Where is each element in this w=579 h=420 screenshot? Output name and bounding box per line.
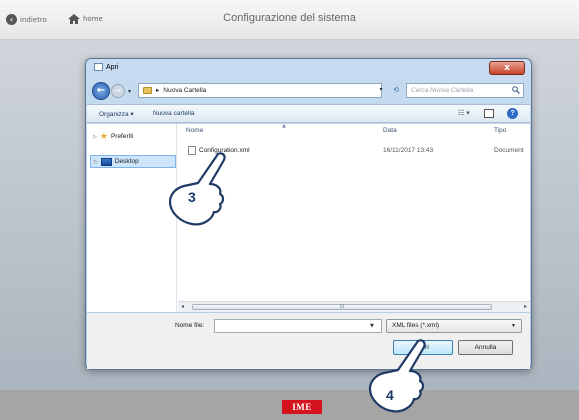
new-folder-button[interactable]: Nuova cartella <box>153 110 195 117</box>
step-number-4: 4 <box>386 387 394 403</box>
app-header: ‹ indietro home Configurazione del siste… <box>0 0 579 40</box>
refresh-icon[interactable]: ⟲ <box>390 83 402 98</box>
dialog-content: ▷ ★ Preferiti ▷ Desktop ▲ Nome Data Tipo… <box>87 123 530 312</box>
folder-icon <box>143 87 152 94</box>
dialog-footer: Nome file: ▼ XML files (*.xml) ▼ Apri An… <box>87 313 530 369</box>
desktop-icon <box>100 157 112 166</box>
views-icon[interactable]: ☷ ▾ <box>458 109 470 117</box>
filename-dropdown-icon[interactable]: ▼ <box>370 323 374 329</box>
column-header-name[interactable]: Nome <box>186 127 203 134</box>
scroll-left-icon[interactable]: ◂ <box>181 303 184 310</box>
recent-dropdown-icon[interactable]: ▾ <box>128 88 131 95</box>
address-bar: ← → ▾ ▸ Nuova Cartella ▾ ⟲ Cerca Nuova C… <box>92 81 525 101</box>
open-file-dialog: Apri x ← → ▾ ▸ Nuova Cartella ▾ ⟲ Cerca … <box>85 58 532 370</box>
star-icon: ★ <box>99 131 108 141</box>
nav-item-favorites[interactable]: ▷ ★ Preferiti <box>93 132 133 141</box>
step-number-3: 3 <box>188 189 196 205</box>
filename-label: Nome file: <box>175 322 205 329</box>
scroll-thumb[interactable]: III <box>192 304 492 310</box>
search-input[interactable]: Cerca Nuova Cartella <box>406 83 524 98</box>
filename-input[interactable] <box>214 319 382 333</box>
preview-pane-icon[interactable] <box>484 109 494 118</box>
close-button[interactable]: x <box>489 61 525 75</box>
scroll-right-icon[interactable]: ▸ <box>524 303 527 310</box>
file-date: 16/11/2017 13:43 <box>383 147 434 154</box>
organize-menu[interactable]: Organizza ▾ <box>99 110 134 118</box>
desktop-label: Desktop <box>114 158 139 165</box>
expand-icon: ▷ <box>93 133 97 140</box>
hand-pointer-icon <box>168 152 226 226</box>
ime-logo: IME <box>282 400 322 414</box>
window-icon <box>94 63 103 71</box>
favorites-label: Preferiti <box>110 133 134 140</box>
hand-pointer-icon <box>368 339 426 413</box>
filter-value: XML files (*.xml) <box>392 322 440 329</box>
path-chevron-icon: ▸ <box>156 87 160 94</box>
column-header-date[interactable]: Data <box>383 127 397 134</box>
dialog-title: Apri <box>106 63 119 71</box>
forward-arrow-button[interactable]: → <box>111 84 125 98</box>
search-icon <box>512 86 520 94</box>
cancel-button[interactable]: Annulla <box>458 340 513 355</box>
dialog-title-bar: Apri <box>94 63 118 71</box>
nav-arrows: ← → ▾ <box>92 82 131 100</box>
filter-dropdown-icon: ▼ <box>511 323 516 329</box>
column-header-type[interactable]: Tipo <box>494 127 506 134</box>
sort-indicator-icon: ▲ <box>282 123 286 129</box>
path-segment[interactable]: Nuova Cartella <box>163 84 206 97</box>
file-type-filter[interactable]: XML files (*.xml) ▼ <box>386 319 522 333</box>
dialog-toolbar: Organizza ▾ Nuova cartella ☷ ▾ ? <box>87 104 530 123</box>
page-title: Configurazione del sistema <box>223 12 356 24</box>
back-arrow-button[interactable]: ← <box>92 82 110 100</box>
search-placeholder: Cerca Nuova Cartella <box>411 87 474 94</box>
horizontal-scrollbar[interactable]: ◂ III ▸ <box>178 301 530 312</box>
expand-icon: ▷ <box>94 158 98 165</box>
help-icon[interactable]: ? <box>507 108 518 119</box>
file-type: Document <box>494 147 524 154</box>
path-box[interactable]: ▸ Nuova Cartella <box>138 83 382 98</box>
path-dropdown-icon[interactable]: ▾ <box>374 83 388 98</box>
